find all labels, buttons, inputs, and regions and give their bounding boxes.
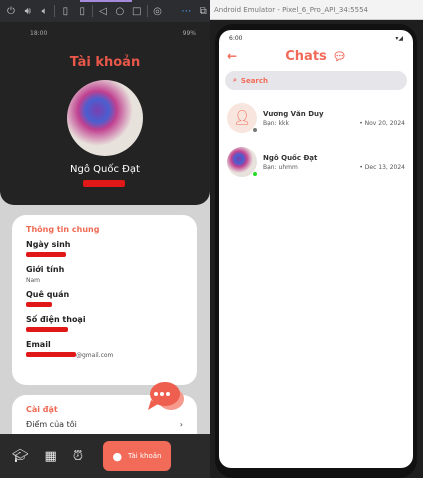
divider	[54, 5, 56, 17]
back-icon[interactable]: ◁	[96, 6, 110, 17]
right-emulator-window: Android Emulator - Pixel_6_Pro_API_34:55…	[210, 0, 423, 478]
status-bar: 18:00 99%	[30, 30, 196, 37]
divider	[146, 5, 148, 17]
offline-indicator	[252, 127, 258, 133]
search-input[interactable]: ⌕ Search	[225, 71, 407, 90]
account-header: 18:00 99% Tài khoản Ngô Quốc Đạt	[0, 22, 210, 205]
chats-header: ← Chats 💬︎	[219, 47, 413, 65]
redaction	[26, 327, 68, 332]
email-suffix: @gmail.com	[76, 352, 114, 359]
zoom-icon[interactable]: ⧉	[196, 6, 210, 17]
chat-name: Vương Văn Duy	[263, 109, 324, 118]
rotate-right-icon[interactable]: ▯	[75, 6, 89, 17]
online-indicator	[252, 171, 258, 177]
back-arrow-icon[interactable]: ←	[227, 49, 237, 63]
chat-last-message: Bạn: uhmm	[263, 163, 298, 171]
phone-screen: 6:00 ▾◢ ← Chats 💬︎ ⌕ Search 👤︎ Vương Văn D…	[219, 30, 413, 468]
chat-bubbles-icon: 💬︎	[332, 49, 347, 63]
chat-bubble-button[interactable]	[145, 380, 185, 414]
field-label: Email	[26, 340, 51, 349]
power-icon[interactable]: ⏻	[4, 6, 18, 17]
volume-down-icon[interactable]: 🔈︎	[38, 6, 52, 17]
general-info-card: Thông tin chung Ngày sinh Giới tính Nam …	[12, 215, 197, 385]
field-value: Nam	[26, 277, 41, 284]
chat-last-message: Bạn: kkk	[263, 119, 289, 127]
user-name: Ngô Quốc Đạt	[70, 164, 140, 175]
chat-date: • Nov 20, 2024	[359, 119, 405, 127]
field-label: Số điện thoại	[26, 315, 86, 324]
redaction	[26, 352, 76, 357]
field-label: Ngày sinh	[26, 240, 71, 249]
graduation-cap-icon[interactable]: 🎓︎	[12, 449, 29, 464]
status-time: 18:00	[30, 30, 48, 37]
alarm-clock-icon[interactable]: ⏰︎	[73, 449, 83, 464]
calendar-icon[interactable]: ▦	[45, 449, 57, 464]
emulator-toolbar: ⏻ 🔊︎ 🔈︎ ▯ ▯ ◁ ○ □ ◎ ⋯ ⧉	[0, 0, 210, 22]
camera-icon[interactable]: ◎	[151, 6, 165, 17]
bottom-nav: 🎓︎ ▦ ⏰︎ ● Tài khoản	[0, 434, 210, 478]
redaction	[26, 302, 52, 307]
field-value	[26, 252, 183, 259]
person-icon: ●	[112, 449, 123, 463]
chevron-right-icon: ›	[179, 420, 183, 429]
person-icon: 👤︎	[233, 110, 251, 126]
settings-item-label: Điểm của tôi	[26, 420, 77, 429]
redaction	[83, 180, 125, 187]
redaction	[26, 252, 66, 257]
avatar[interactable]	[67, 80, 143, 156]
home-icon[interactable]: ○	[113, 6, 127, 17]
avatar	[227, 147, 258, 177]
left-emulator-panel: ⏻ 🔊︎ 🔈︎ ▯ ▯ ◁ ○ □ ◎ ⋯ ⧉ 18:00 99% Tài kho…	[0, 0, 210, 478]
field-value: @gmail.com	[26, 352, 183, 359]
nav-account-tab[interactable]: ● Tài khoản	[102, 441, 171, 471]
field-value	[26, 302, 183, 309]
settings-item[interactable]: Điểm của tôi ›	[26, 420, 183, 429]
more-icon[interactable]: ⋯	[179, 6, 193, 17]
field-value	[26, 327, 183, 334]
chat-list-item[interactable]: 👤︎ Vương Văn Duy Bạn: kkk • Nov 20, 2024	[219, 96, 413, 140]
section-title: Thông tin chung	[26, 225, 100, 234]
wifi-icon: ▾◢	[395, 35, 403, 42]
field-label: Quê quán	[26, 290, 70, 299]
search-placeholder: Search	[240, 76, 269, 85]
page-title: Tài khoản	[69, 55, 141, 70]
status-battery: 99%	[182, 30, 196, 37]
nav-account-label: Tài khoản	[128, 452, 162, 460]
chat-date: • Dec 13, 2024	[359, 163, 405, 171]
field-label: Giới tính	[26, 265, 65, 274]
divider	[92, 5, 94, 17]
status-bar: 6:00 ▾◢	[219, 30, 413, 47]
chat-list-item[interactable]: Ngô Quốc Đạt Bạn: uhmm • Dec 13, 2024	[219, 140, 413, 184]
phone-frame: 6:00 ▾◢ ← Chats 💬︎ ⌕ Search 👤︎ Vương Văn D…	[215, 24, 417, 478]
active-tab-indicator	[80, 0, 132, 2]
overview-icon[interactable]: □	[130, 6, 144, 17]
window-title: Android Emulator - Pixel_6_Pro_API_34:55…	[210, 0, 423, 20]
avatar: 👤︎	[227, 103, 258, 133]
status-time: 6:00	[229, 35, 243, 42]
rotate-left-icon[interactable]: ▯	[58, 6, 72, 17]
page-title: Chats	[285, 48, 327, 64]
search-icon: ⌕	[233, 76, 237, 84]
volume-up-icon[interactable]: 🔊︎	[21, 6, 35, 17]
chat-name: Ngô Quốc Đạt	[263, 153, 318, 162]
